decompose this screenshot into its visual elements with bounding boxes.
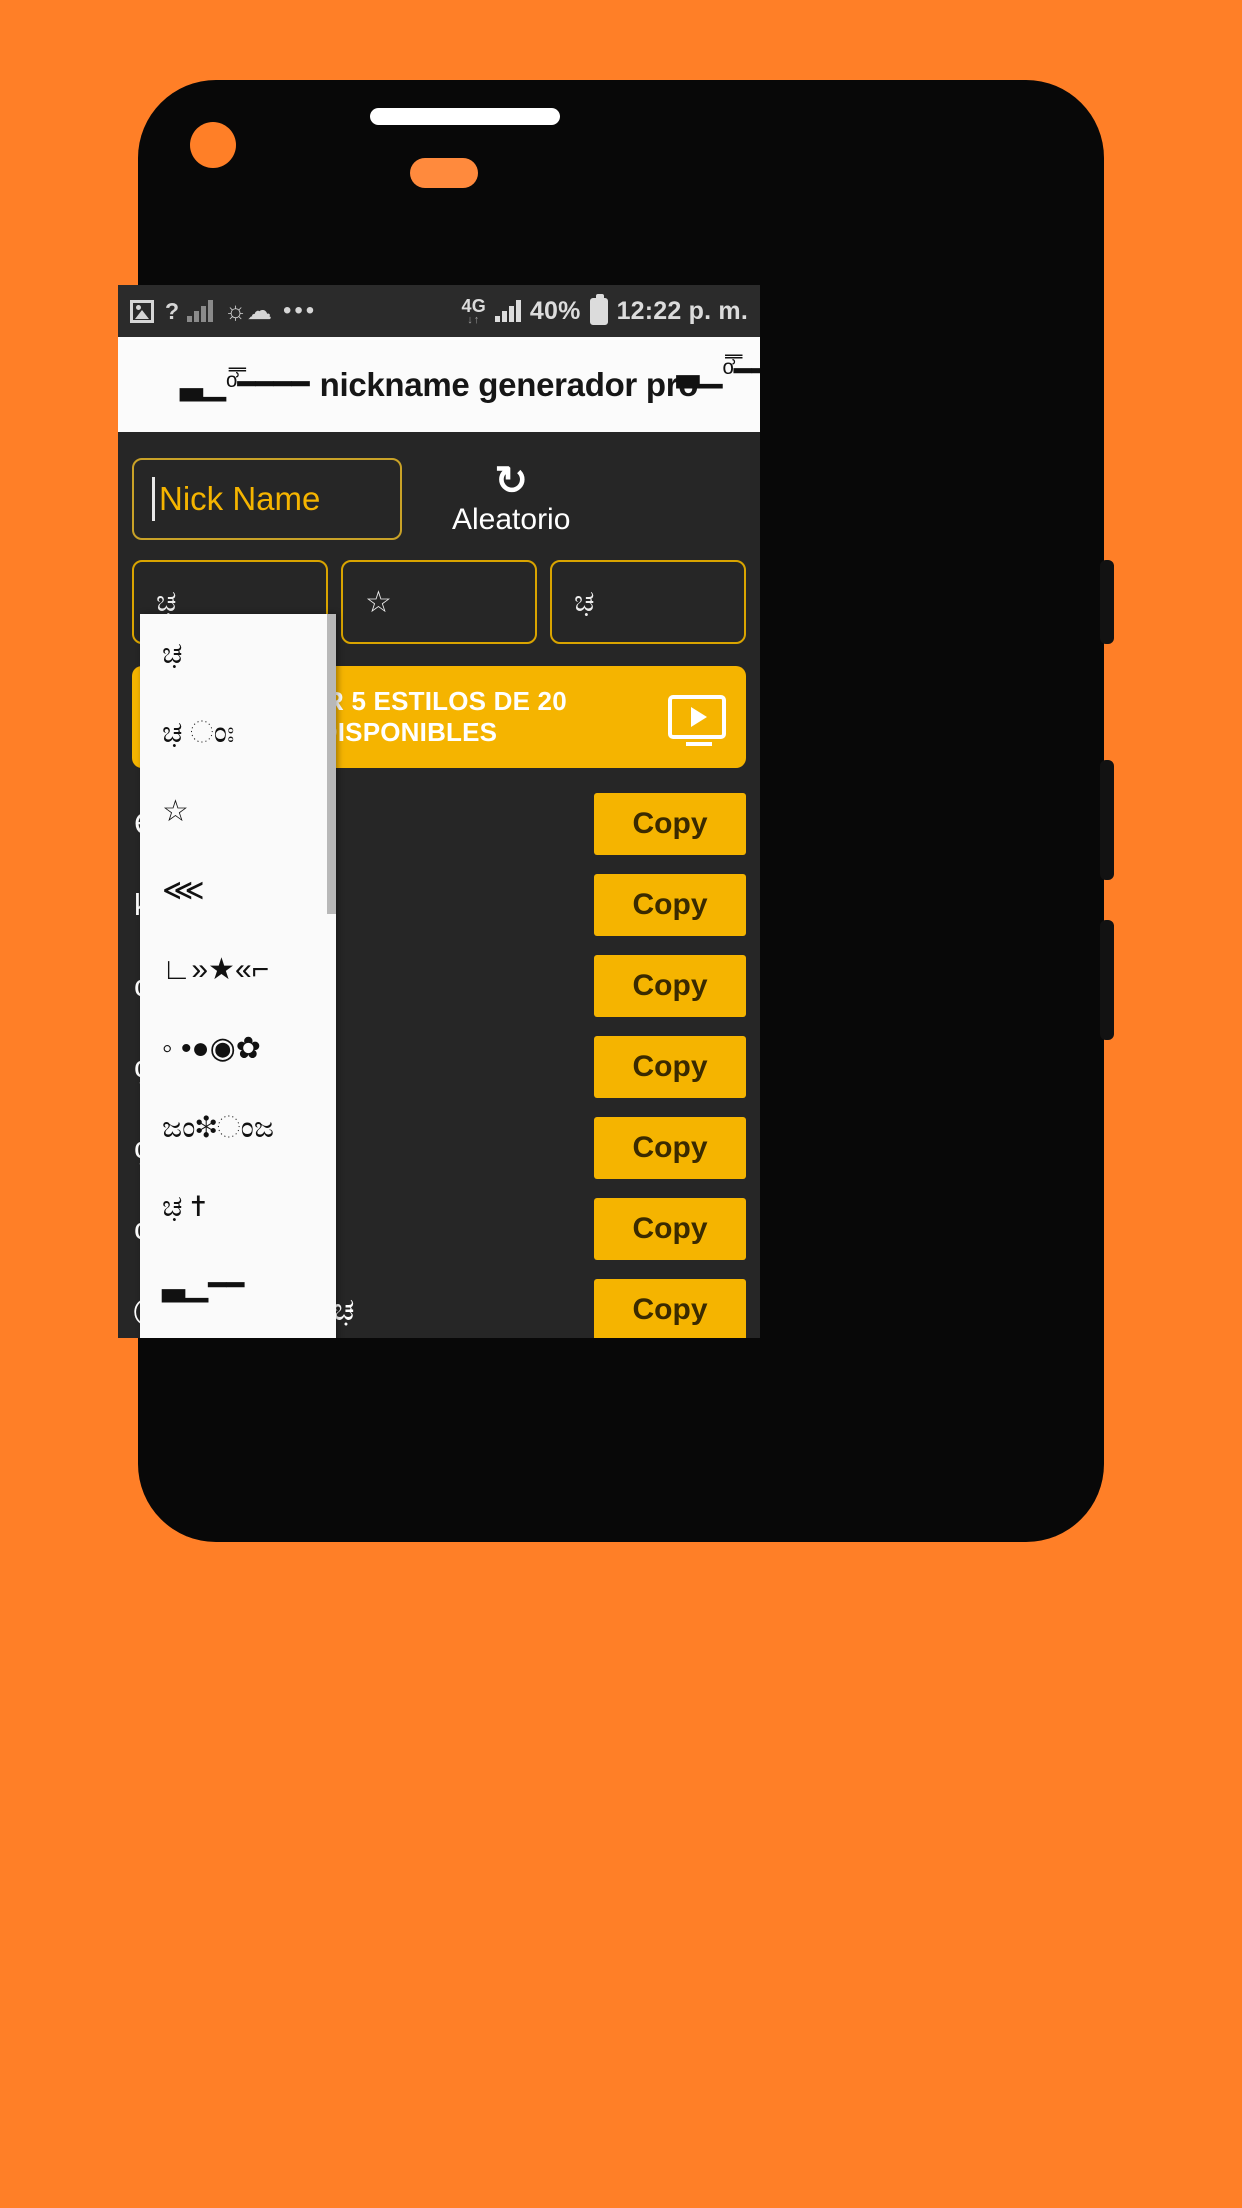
phone-button-volume-up[interactable]	[1100, 760, 1114, 880]
app-body: Nick Name ↻ Aleatorio ಚ̣ ☆ ಚ̣ QUEAR 5 ES…	[118, 432, 760, 1338]
dropdown-item-bracket-star[interactable]: ∟»★«⌐	[140, 930, 336, 1009]
more-dots-icon: •••	[282, 297, 318, 324]
dropdown-item-flourish-dots[interactable]: ಚ̣ ಂಃ	[140, 693, 336, 772]
chip-star-icon: ☆	[365, 585, 392, 619]
screenshot-root: ? ☼☁ ••• 4G ↓↑ 40% 12:22 p. m. ▃▁ᵒ̿͗━━━━…	[0, 0, 1242, 2208]
question-mark-icon: ?	[165, 297, 180, 324]
dropdown-item-lines-2[interactable]: ▃▁━	[140, 1325, 336, 1338]
text-cursor	[152, 477, 155, 521]
dropdown-item-star[interactable]: ☆	[140, 772, 336, 851]
dropdown-item-lines-1[interactable]: ▃▁━━	[140, 1246, 336, 1325]
app-bar-ornament-right-icon: ▃▁ᵒ̿͗━━━	[676, 355, 760, 388]
app-bar: ▃▁ᵒ̿͗━━━━ nickname generador pro ▃▁ᵒ̿͗━━…	[118, 337, 760, 432]
battery-icon	[589, 293, 608, 325]
video-play-icon	[668, 695, 726, 746]
phone-screen: ? ☼☁ ••• 4G ↓↑ 40% 12:22 p. m. ▃▁ᵒ̿͗━━━━…	[118, 285, 760, 1338]
signal-question-icon	[187, 300, 214, 322]
front-camera-icon	[190, 122, 236, 168]
status-bar-right: 4G ↓↑ 40% 12:22 p. m.	[461, 293, 749, 326]
phone-button-volume-down[interactable]	[1100, 920, 1114, 1040]
nick-name-input[interactable]: Nick Name	[132, 458, 402, 540]
clock-label: 12:22 p. m.	[616, 296, 748, 325]
page-title: nickname generador pro	[319, 365, 699, 403]
status-bar: ? ☼☁ ••• 4G ↓↑ 40% 12:22 p. m.	[118, 285, 760, 337]
dropdown-item-pillars[interactable]: ಜಂ❉ಂಜ	[140, 1088, 336, 1167]
random-button[interactable]: ↻ Aleatorio	[452, 461, 570, 537]
copy-button[interactable]: Copy	[594, 1117, 746, 1179]
nick-name-value: Nick Name	[159, 480, 321, 517]
random-button-label: Aleatorio	[452, 503, 571, 536]
app-bar-ornament-left-icon: ▃▁ᵒ̿͗━━━━	[179, 367, 310, 401]
input-row: Nick Name ↻ Aleatorio	[132, 432, 746, 540]
copy-button[interactable]: Copy	[594, 793, 746, 855]
phone-button-power[interactable]	[1100, 560, 1114, 644]
refresh-icon: ↻	[494, 459, 528, 503]
style-chip-3[interactable]: ಚ̣	[550, 560, 746, 644]
copy-button[interactable]: Copy	[594, 874, 746, 936]
copy-button[interactable]: Copy	[594, 955, 746, 1017]
network-type-indicator: 4G ↓↑	[461, 295, 486, 326]
copy-button[interactable]: Copy	[594, 1036, 746, 1098]
copy-button[interactable]: Copy	[594, 1198, 746, 1260]
notch-pill	[410, 158, 478, 188]
style-chip-2[interactable]: ☆	[341, 560, 537, 644]
dropdown-item-flourish[interactable]: ಚ̣	[140, 614, 336, 693]
copy-button[interactable]: Copy	[594, 1279, 746, 1338]
dropdown-scrollbar[interactable]	[327, 614, 336, 914]
dropdown-item-circles[interactable]: ◦ •●◉✿	[140, 1009, 336, 1088]
image-icon	[130, 299, 154, 323]
signal-strength-icon	[494, 300, 521, 322]
dropdown-item-flourish-cross[interactable]: ಚ̣ ✝	[140, 1167, 336, 1246]
earpiece-speaker	[370, 108, 560, 125]
battery-percent-label: 40%	[529, 296, 581, 325]
style-dropdown-menu[interactable]: ಚ̣ ಚ̣ ಂಃ ☆ ⋘ ∟»★«⌐ ◦ •●◉✿ ಜಂ❉ಂಜ ಚ̣ ✝ ▃▁━…	[140, 614, 336, 1338]
dropdown-item-chevrons[interactable]: ⋘	[140, 851, 336, 930]
chip-ornament-3-icon: ಚ̣	[574, 585, 595, 618]
status-bar-left: ? ☼☁ •••	[130, 298, 317, 325]
weather-icon: ☼☁	[224, 296, 272, 325]
